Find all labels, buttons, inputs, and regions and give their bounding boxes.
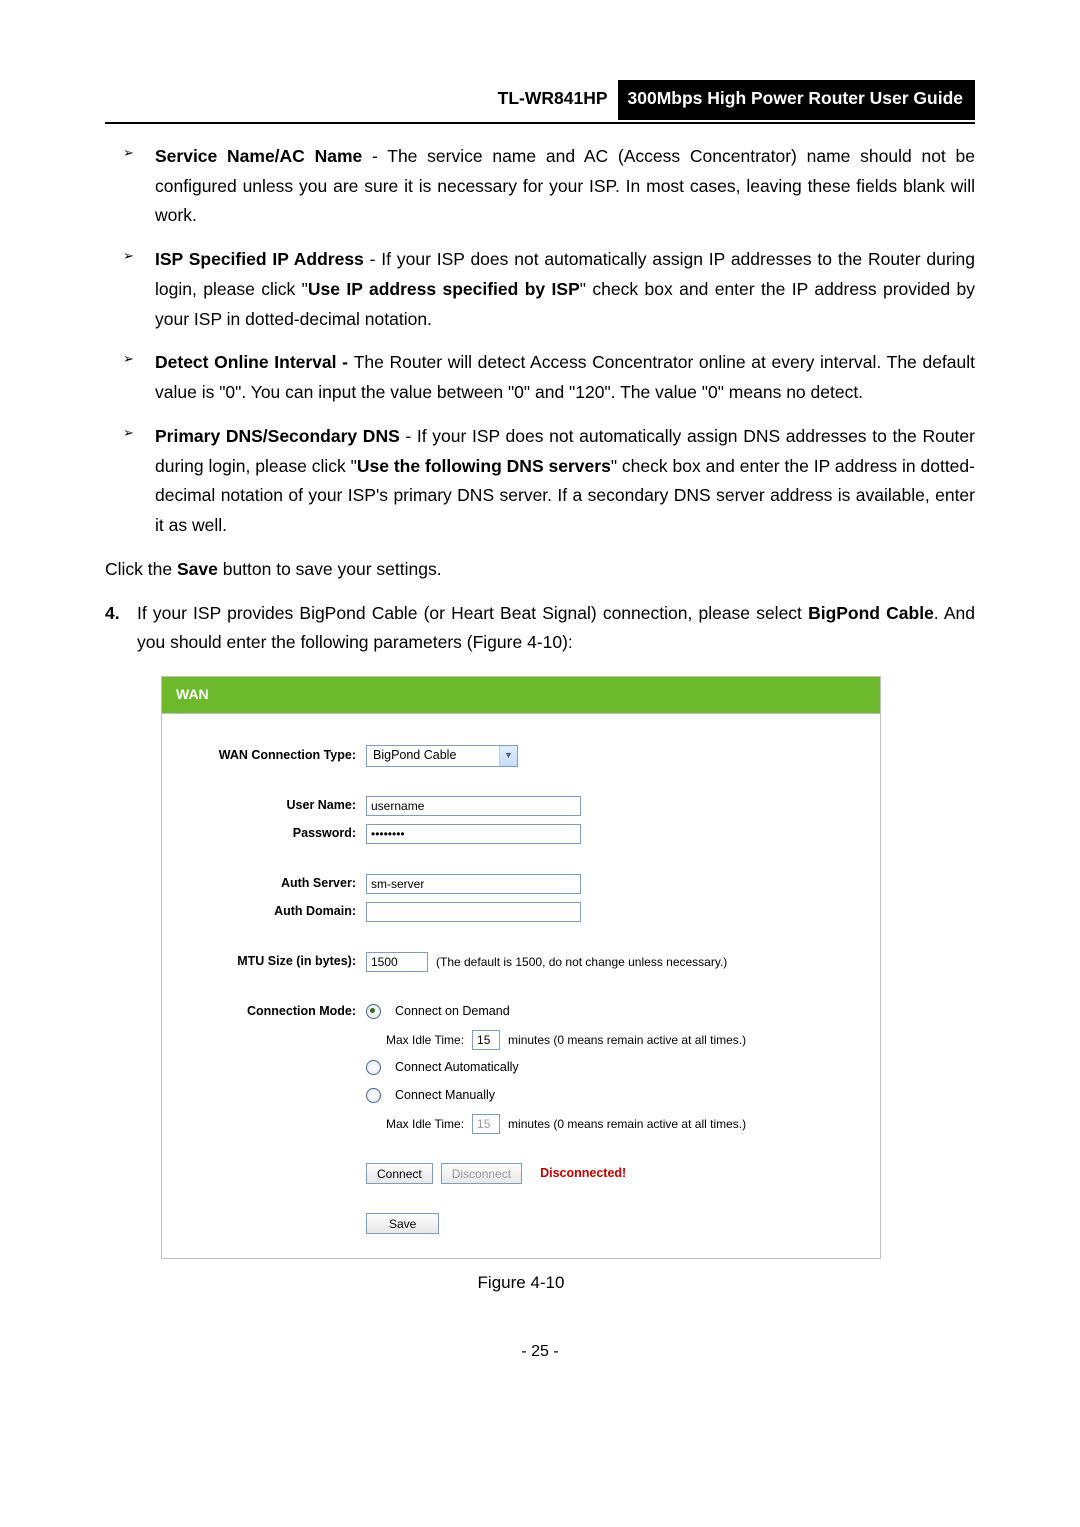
bullet-list: Service Name/AC Name - The service name … [105,142,975,541]
minutes-note: minutes (0 means remain active at all ti… [508,1114,746,1134]
figure-caption: Figure 4-10 [161,1269,881,1298]
bullet-item: ISP Specified IP Address - If your ISP d… [123,245,975,334]
text: Click the [105,559,177,579]
radio-auto[interactable] [366,1060,381,1075]
row-manual: Connect Manually [174,1082,862,1110]
row-auto: Connect Automatically [174,1054,862,1082]
row-auth-server: Auth Server: [174,870,862,898]
mode-manual: Connect Manually [395,1085,495,1106]
save-bold: Save [177,559,218,579]
row-idle2: Max Idle Time: minutes (0 means remain a… [174,1110,862,1138]
guide-title: 300Mbps High Power Router User Guide [618,80,975,120]
wan-header: WAN [162,677,880,714]
bullet-heading: Service Name/AC Name [155,146,362,166]
model-number: TL-WR841HP [498,84,618,114]
mode-on-demand: Connect on Demand [395,1001,510,1022]
idle-time-input-2 [472,1114,500,1134]
chevron-down-icon: ▼ [499,746,517,766]
bullet-heading: ISP Specified IP Address [155,249,364,269]
row-conn-type: WAN Connection Type: BigPond Cable ▼ [174,742,862,770]
select-value: BigPond Cable [367,745,499,766]
text: button to save your settings. [218,559,442,579]
connect-button[interactable]: Connect [366,1163,433,1184]
row-password: Password: [174,820,862,848]
auth-server-input[interactable] [366,874,581,894]
bullet-bold: Use IP address specified by ISP [308,279,580,299]
bullet-item: Service Name/AC Name - The service name … [123,142,975,231]
label-auth-server: Auth Server: [174,873,366,894]
bullet-heading: Primary DNS/Secondary DNS [155,426,400,446]
page-number: - 25 - [105,1338,975,1365]
wan-body: WAN Connection Type: BigPond Cable ▼ Use… [162,714,880,1258]
bullet-item: Primary DNS/Secondary DNS - If your ISP … [123,422,975,541]
max-idle-label: Max Idle Time: [386,1030,464,1050]
label-mode: Connection Mode: [174,1001,366,1022]
radio-on-demand[interactable] [366,1004,381,1019]
label-conn-type: WAN Connection Type: [174,745,366,766]
label-username: User Name: [174,795,366,816]
mode-auto: Connect Automatically [395,1057,519,1078]
minutes-note: minutes (0 means remain active at all ti… [508,1030,746,1050]
mtu-note: (The default is 1500, do not change unle… [436,952,727,972]
page-header: TL-WR841HP300Mbps High Power Router User… [105,80,975,124]
numbered-marker: 4. [105,599,120,629]
row-buttons: Connect Disconnect Disconnected! [174,1160,862,1188]
label-mtu: MTU Size (in bytes): [174,951,366,972]
document-page: TL-WR841HP300Mbps High Power Router User… [0,0,1080,1405]
bullet-heading: Detect Online Interval - [155,352,354,372]
radio-manual[interactable] [366,1088,381,1103]
label-password: Password: [174,823,366,844]
wan-figure: WAN WAN Connection Type: BigPond Cable ▼… [161,676,881,1259]
figure-container: WAN WAN Connection Type: BigPond Cable ▼… [161,676,881,1298]
idle-time-input-1[interactable] [472,1030,500,1050]
mtu-input[interactable] [366,952,428,972]
save-button[interactable]: Save [366,1213,439,1234]
row-username: User Name: [174,792,862,820]
row-auth-domain: Auth Domain: [174,898,862,926]
disconnect-button[interactable]: Disconnect [441,1163,522,1184]
row-save: Save [174,1210,862,1238]
auth-domain-input[interactable] [366,902,581,922]
numbered-item: 4. If your ISP provides BigPond Cable (o… [105,599,975,659]
max-idle-label: Max Idle Time: [386,1114,464,1134]
bullet-bold: Use the following DNS servers [357,456,611,476]
conn-type-select[interactable]: BigPond Cable ▼ [366,745,518,767]
bold: BigPond Cable [808,603,934,623]
bullet-item: Detect Online Interval - The Router will… [123,348,975,408]
username-input[interactable] [366,796,581,816]
row-mode: Connection Mode: Connect on Demand [174,998,862,1026]
row-idle1: Max Idle Time: minutes (0 means remain a… [174,1026,862,1054]
label-auth-domain: Auth Domain: [174,901,366,922]
password-input[interactable] [366,824,581,844]
text: If your ISP provides BigPond Cable (or H… [137,603,808,623]
save-paragraph: Click the Save button to save your setti… [105,555,975,585]
row-mtu: MTU Size (in bytes): (The default is 150… [174,948,862,976]
connection-status: Disconnected! [540,1163,626,1184]
